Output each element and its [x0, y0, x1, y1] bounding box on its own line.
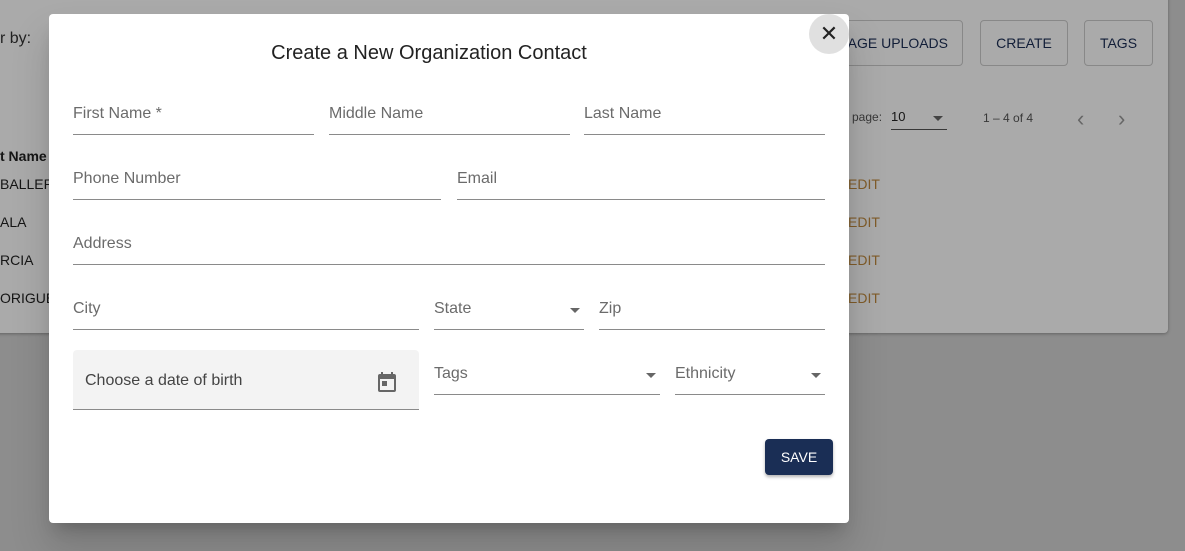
- last-name-label: Last Name: [584, 105, 662, 122]
- address-input[interactable]: Address: [73, 229, 825, 265]
- date-of-birth-input[interactable]: Choose a date of birth: [73, 350, 419, 410]
- state-label: State: [434, 300, 472, 317]
- city-input[interactable]: City: [73, 294, 419, 330]
- phone-input[interactable]: Phone Number: [73, 164, 441, 200]
- first-name-label: First Name *: [73, 105, 162, 122]
- email-label: Email: [457, 170, 498, 187]
- zip-label: Zip: [599, 300, 622, 317]
- ethnicity-select[interactable]: Ethnicity: [675, 359, 825, 395]
- phone-label: Phone Number: [73, 170, 181, 187]
- dropdown-arrow-icon: [646, 373, 656, 378]
- email-input[interactable]: Email: [457, 164, 825, 200]
- first-name-input[interactable]: First Name *: [73, 99, 314, 135]
- tags-select[interactable]: Tags: [434, 359, 660, 395]
- zip-input[interactable]: Zip: [599, 294, 825, 330]
- ethnicity-label: Ethnicity: [675, 365, 736, 382]
- middle-name-input[interactable]: Middle Name: [329, 99, 570, 135]
- dob-label: Choose a date of birth: [85, 372, 243, 389]
- city-label: City: [73, 300, 101, 317]
- calendar-icon[interactable]: [375, 370, 399, 394]
- dialog-title: Create a New Organization Contact: [271, 42, 587, 64]
- close-icon: ✕: [819, 21, 839, 46]
- tags-label: Tags: [434, 365, 468, 382]
- address-label: Address: [73, 235, 132, 252]
- middle-name-label: Middle Name: [329, 105, 424, 122]
- last-name-input[interactable]: Last Name: [584, 99, 825, 135]
- save-button[interactable]: SAVE: [765, 439, 833, 475]
- close-button[interactable]: ✕: [809, 14, 849, 54]
- dropdown-arrow-icon: [811, 373, 821, 378]
- create-contact-dialog: Create a New Organization Contact ✕ Firs…: [49, 14, 849, 523]
- state-select[interactable]: State: [434, 294, 584, 330]
- dropdown-arrow-icon: [570, 308, 580, 313]
